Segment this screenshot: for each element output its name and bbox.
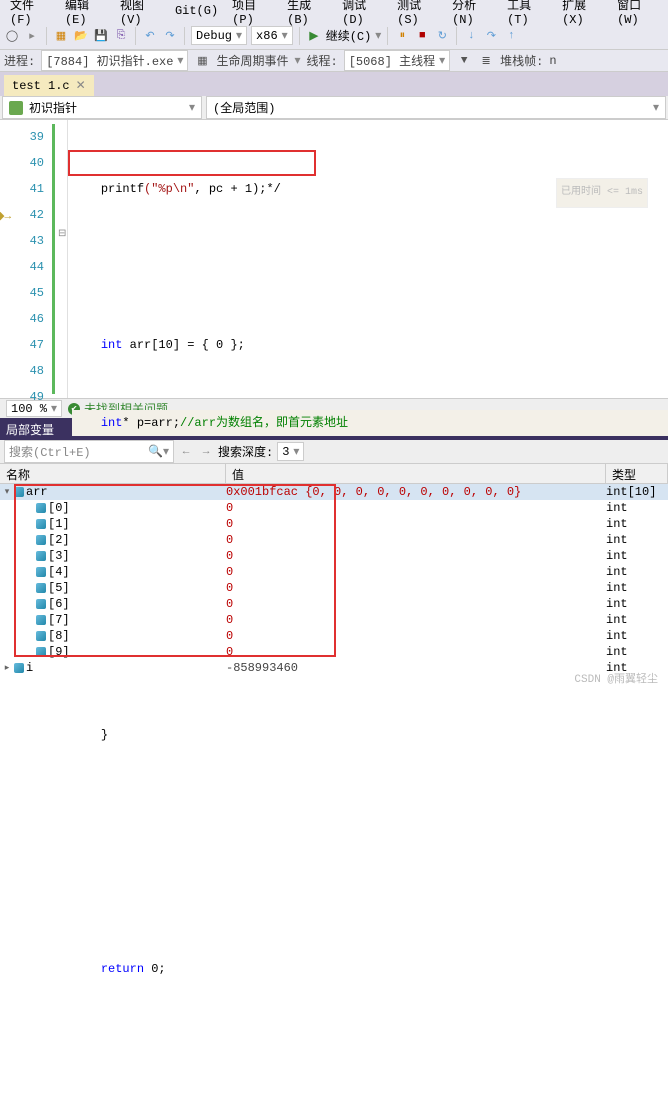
var-icon (36, 535, 46, 545)
step-into-icon[interactable]: ↓ (463, 28, 479, 44)
expand-icon[interactable]: ▾ (2, 487, 12, 497)
step-out-icon[interactable]: ↑ (503, 28, 519, 44)
var-icon (36, 615, 46, 625)
process-dropdown[interactable]: [7884] 初识指针.exe ▾ (41, 50, 188, 71)
stack-label: 堆栈帧: (500, 52, 543, 69)
pause-icon[interactable]: ⏸ (394, 28, 410, 44)
project-icon (9, 101, 23, 115)
var-icon (14, 487, 24, 497)
collapse-icon[interactable]: ⊟ (58, 228, 66, 240)
restart-icon[interactable]: ↻ (434, 28, 450, 44)
locals-row-arr-8[interactable]: [8]0int (0, 628, 668, 644)
platform-dropdown[interactable]: x86 ▾ (251, 26, 293, 45)
var-icon (36, 647, 46, 657)
continue-button[interactable]: 继续(C) (326, 27, 372, 44)
var-icon (36, 551, 46, 561)
menu-analyze[interactable]: 分析(N) (446, 0, 499, 29)
document-tabs: test 1.c ✕ (0, 72, 668, 96)
debug-location-toolbar: 进程: [7884] 初识指针.exe ▾ ▦ 生命周期事件 ▾ 线程: [50… (0, 50, 668, 72)
nav-bar: 初识指针 ▾ (全局范围) ▾ (0, 96, 668, 120)
thread-label: 线程: (307, 52, 338, 69)
filter-icon[interactable]: ▼ (456, 53, 472, 69)
code-editor[interactable]: 394041 424344 454647 4849 ⊟ printf("%p\n… (0, 120, 668, 398)
var-icon (36, 567, 46, 577)
saveall-icon[interactable]: ⎘ (113, 28, 129, 44)
tab-close-icon[interactable]: ✕ (76, 78, 86, 93)
editor-margin: ⊟ (50, 120, 68, 398)
lifecycle-icon[interactable]: ▦ (194, 53, 210, 69)
lifecycle-label: 生命周期事件 (216, 52, 288, 69)
menu-edit[interactable]: 编辑(E) (59, 0, 112, 29)
config-dropdown[interactable]: Debug ▾ (191, 26, 247, 45)
continue-icon[interactable]: ▶ (306, 28, 322, 44)
menu-build[interactable]: 生成(B) (281, 0, 334, 29)
breakpoint-arrow-icon[interactable]: ◆→ (0, 204, 11, 230)
menu-debug[interactable]: 调试(D) (336, 0, 389, 29)
locals-row-arr-6[interactable]: [6]0int (0, 596, 668, 612)
locals-row-arr-1[interactable]: [1]0int (0, 516, 668, 532)
menu-window[interactable]: 窗口(W) (611, 0, 664, 29)
var-icon (36, 599, 46, 609)
process-label: 进程: (4, 52, 35, 69)
locals-row-arr-2[interactable]: [2]0int (0, 532, 668, 548)
panel-title: 局部变量 (6, 421, 54, 438)
var-icon (36, 631, 46, 641)
watermark: CSDN @雨翼轻尘 (574, 670, 658, 686)
stop-icon[interactable]: ■ (414, 28, 430, 44)
locals-row-arr-3[interactable]: [3]0int (0, 548, 668, 564)
thread-dropdown[interactable]: [5068] 主线程 ▾ (344, 50, 450, 71)
nav-project-dropdown[interactable]: 初识指针 ▾ (2, 96, 202, 119)
menu-file[interactable]: 文件(F) (4, 0, 57, 29)
code-area[interactable]: printf("%p\n", pc + 1);*/ int arr[10] = … (68, 120, 668, 398)
save-icon[interactable]: 💾 (93, 28, 109, 44)
tab-test1c[interactable]: test 1.c ✕ (4, 75, 94, 96)
var-icon (14, 663, 24, 673)
undo-icon[interactable]: ↶ (142, 28, 158, 44)
open-icon[interactable]: 📂 (73, 28, 89, 44)
locals-row-arr-7[interactable]: [7]0int (0, 612, 668, 628)
locals-row-arr-0[interactable]: [0]0int (0, 500, 668, 516)
highlight-box-1 (68, 150, 316, 176)
step-over-icon[interactable]: ↷ (483, 28, 499, 44)
nav-back-icon[interactable]: ◯ (4, 28, 20, 44)
menu-view[interactable]: 视图(V) (114, 0, 167, 29)
var-icon (36, 519, 46, 529)
menu-extensions[interactable]: 扩展(X) (556, 0, 609, 29)
var-icon (36, 583, 46, 593)
stack-icon[interactable]: ≣ (478, 53, 494, 69)
menu-git[interactable]: Git(G) (169, 2, 224, 20)
locals-row-arr-9[interactable]: [9]0int (0, 644, 668, 660)
new-icon[interactable]: ▦ (53, 28, 69, 44)
locals-body[interactable]: ▾arr 0x001bfcac {0, 0, 0, 0, 0, 0, 0, 0,… (0, 484, 668, 674)
menu-bar: 文件(F) 编辑(E) 视图(V) Git(G) 项目(P) 生成(B) 调试(… (0, 0, 668, 22)
expand-icon[interactable]: ▸ (2, 663, 12, 673)
nav-scope-dropdown[interactable]: (全局范围) ▾ (206, 96, 666, 119)
menu-tools[interactable]: 工具(T) (501, 0, 554, 29)
line-gutter: 394041 424344 454647 4849 (0, 120, 50, 398)
menu-test[interactable]: 测试(S) (391, 0, 444, 29)
timing-badge: 已用时间 <= 1ms (556, 178, 648, 208)
redo-icon[interactable]: ↷ (162, 28, 178, 44)
menu-project[interactable]: 项目(P) (226, 0, 279, 29)
locals-row-arr[interactable]: ▾arr 0x001bfcac {0, 0, 0, 0, 0, 0, 0, 0,… (0, 484, 668, 500)
stack-value: n (549, 54, 556, 68)
tab-label: test 1.c (12, 79, 70, 93)
nav-fwd-icon[interactable]: ▸ (24, 28, 40, 44)
locals-row-arr-5[interactable]: [5]0int (0, 580, 668, 596)
locals-row-i[interactable]: ▸i -858993460 int (0, 660, 668, 674)
locals-row-arr-4[interactable]: [4]0int (0, 564, 668, 580)
var-icon (36, 503, 46, 513)
